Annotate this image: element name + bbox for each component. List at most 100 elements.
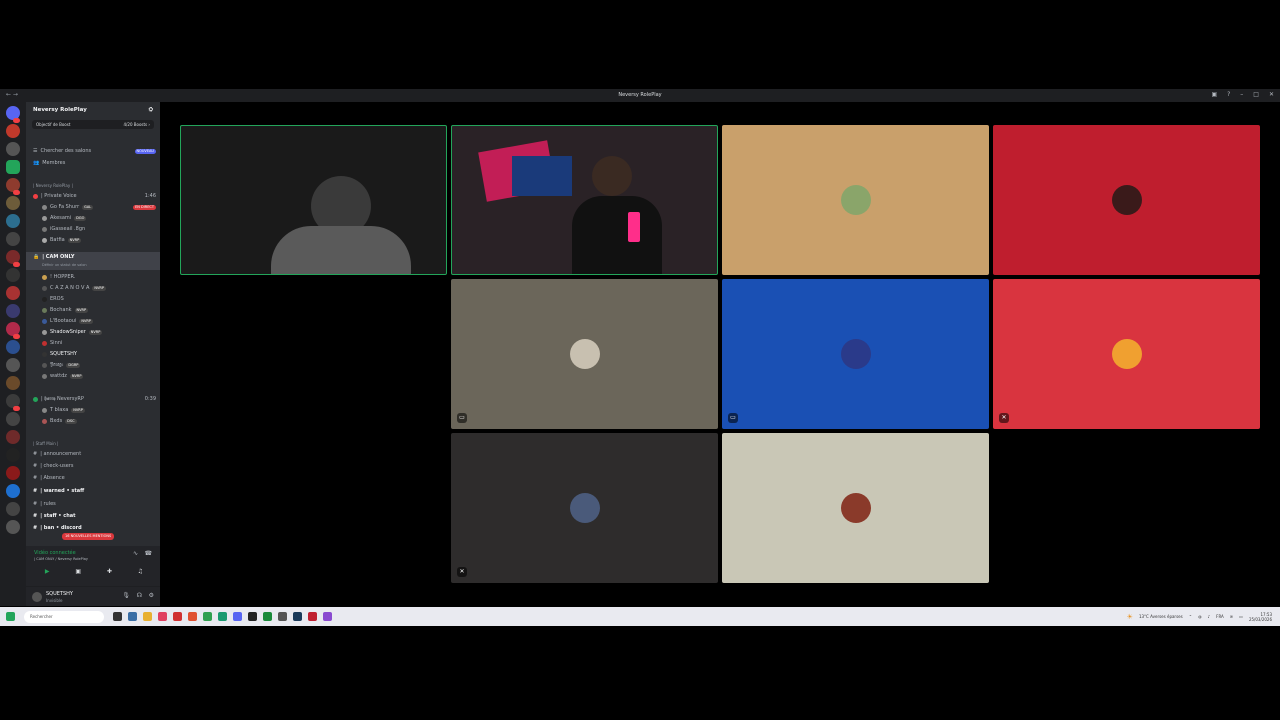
text-channel[interactable]: # | rules: [26, 499, 160, 509]
video-tile-webcam[interactable]: [180, 125, 447, 275]
voice-user[interactable]: Sinni: [26, 338, 160, 348]
voice-user[interactable]: ! HOPPER.: [26, 272, 160, 282]
app-icon[interactable]: [248, 612, 257, 621]
voice-user[interactable]: Batfia NVRP: [26, 235, 160, 245]
mic-icon[interactable]: 🎙: [122, 592, 130, 599]
soundboard-button[interactable]: ♫: [138, 568, 143, 578]
voice-channel-private[interactable]: | Private Voice 1:46: [26, 191, 160, 201]
boost-progress[interactable]: Objectif de Boost 4/20 Boosts ›: [32, 120, 154, 129]
folder-icon[interactable]: [143, 612, 152, 621]
clock[interactable]: 17:53 25/03/2026: [1249, 612, 1272, 622]
avatar[interactable]: [32, 592, 42, 602]
video-tile-avatar[interactable]: [993, 125, 1260, 275]
voice-user[interactable]: Bochank NVRP: [26, 305, 160, 315]
server-icon[interactable]: [6, 358, 20, 372]
disconnect-icon[interactable]: ☎: [145, 550, 152, 557]
mentions-badge[interactable]: 16 NOUVELLES MENTIONS: [62, 533, 115, 540]
voice-user[interactable]: EROS: [26, 294, 160, 304]
server-icon[interactable]: [6, 340, 20, 354]
voice-user[interactable]: wattdz NVRP: [26, 371, 160, 381]
network-icon[interactable]: ◍: [1198, 614, 1202, 619]
gear-icon[interactable]: ⚙: [149, 592, 154, 599]
server-icon[interactable]: [6, 124, 20, 138]
voice-user[interactable]: SQUETSHY: [26, 349, 160, 359]
chrome-icon[interactable]: [203, 612, 212, 621]
app-icon[interactable]: [263, 612, 272, 621]
app-icon[interactable]: [218, 612, 227, 621]
app-icon[interactable]: [308, 612, 317, 621]
noise-icon[interactable]: ∿: [133, 550, 138, 557]
battery-icon[interactable]: ▭: [1239, 614, 1243, 619]
brave-icon[interactable]: [188, 612, 197, 621]
inbox-icon[interactable]: ▣: [1211, 91, 1217, 98]
voice-user[interactable]: C A Z A N O V A NVRP: [26, 283, 160, 293]
app-icon[interactable]: [278, 612, 287, 621]
tray-up-icon[interactable]: ⌃: [1189, 614, 1192, 619]
voice-user[interactable]: 𝔜𝔬𝔯𝔞𝔤𝔢 DGRP: [26, 360, 160, 370]
voice-channel-neversy[interactable]: | 𝖍𝖆𝖗𝖗𝖞 NeversyRP 0:39: [26, 394, 160, 404]
server-icon[interactable]: [6, 142, 20, 156]
voice-user[interactable]: T blaxa NVRP: [26, 405, 160, 415]
server-icon[interactable]: [6, 430, 20, 444]
server-icon[interactable]: [6, 376, 20, 390]
server-icon[interactable]: [6, 304, 20, 318]
server-icon[interactable]: [6, 268, 20, 282]
server-icon[interactable]: [6, 286, 20, 300]
voice-user[interactable]: Akesami DGO: [26, 213, 160, 223]
video-tile-avatar[interactable]: [722, 125, 989, 275]
voice-user[interactable]: ShadowSniper NVRP: [26, 327, 160, 337]
video-tile-avatar[interactable]: ✕: [451, 433, 718, 583]
text-channel[interactable]: # | warned • staff: [26, 486, 160, 496]
minimize-button[interactable]: –: [1240, 91, 1243, 98]
server-header[interactable]: Neversy RolePlay ⛭: [26, 102, 160, 118]
server-icon[interactable]: [6, 520, 20, 534]
text-channel[interactable]: # | ban • discord: [26, 523, 160, 533]
maximize-button[interactable]: □: [1253, 91, 1259, 98]
search-channels-item[interactable]: ☰ Chercher des salons NOUVEAU: [26, 146, 160, 156]
app-icon[interactable]: [128, 612, 137, 621]
video-tile-avatar[interactable]: ▭: [451, 279, 718, 429]
discord-icon[interactable]: [233, 612, 242, 621]
wifi-icon[interactable]: ≋: [1230, 614, 1233, 619]
video-tile-avatar[interactable]: ✕: [993, 279, 1260, 429]
app-icon[interactable]: [323, 612, 332, 621]
category-header[interactable]: | Neversy RolePlay |: [26, 180, 160, 190]
voice-user[interactable]: Bxds DSC: [26, 416, 160, 426]
voice-status[interactable]: Vidéo connectée: [34, 550, 76, 556]
channel-status[interactable]: Définir un statut de salon: [26, 262, 160, 268]
video-tile-avatar[interactable]: ▭: [722, 279, 989, 429]
taskview-icon[interactable]: [113, 612, 122, 621]
text-channel[interactable]: # | check-users: [26, 461, 160, 471]
close-button[interactable]: ✕: [1269, 91, 1274, 98]
server-icon[interactable]: [6, 214, 20, 228]
server-icon[interactable]: [6, 412, 20, 426]
start-icon[interactable]: [6, 612, 15, 621]
voice-user[interactable]: Go Fa Shurr GAL EN DIRECT: [26, 202, 160, 212]
text-channel[interactable]: # | announcement: [26, 449, 160, 459]
voice-channel-info[interactable]: | CAM ONLY / Neversy RolePlay: [34, 557, 88, 561]
help-icon[interactable]: ?: [1227, 91, 1230, 98]
headphones-icon[interactable]: ☊: [137, 592, 142, 599]
server-icon[interactable]: [6, 196, 20, 210]
video-tile-webcam[interactable]: [451, 125, 718, 275]
text-channel[interactable]: # | Absence: [26, 473, 160, 483]
screenshare-button[interactable]: ▣: [75, 568, 81, 578]
weather-text[interactable]: 13°C Averses éparses: [1139, 614, 1183, 619]
activities-button[interactable]: ✚: [107, 568, 112, 578]
voice-user[interactable]: L'Bootaoui NVRP: [26, 316, 160, 326]
taskbar-search[interactable]: Rechercher: [24, 610, 104, 623]
server-icon[interactable]: [6, 160, 20, 174]
add-member-icon[interactable]: ⛭: [149, 107, 153, 114]
language-indicator[interactable]: FRA: [1216, 614, 1224, 619]
volume-icon[interactable]: ♪: [1208, 614, 1211, 619]
server-icon[interactable]: [6, 502, 20, 516]
category-header[interactable]: | Staff Main |: [26, 438, 160, 448]
voice-user[interactable]: iGasseail .8gn: [26, 224, 160, 234]
video-tile-avatar[interactable]: [722, 433, 989, 583]
opera-icon[interactable]: [173, 612, 182, 621]
members-item[interactable]: 👥 Membres: [26, 158, 160, 168]
camera-button[interactable]: ▶: [45, 568, 50, 578]
server-icon[interactable]: [6, 466, 20, 480]
server-icon[interactable]: [6, 448, 20, 462]
server-icon[interactable]: [6, 232, 20, 246]
